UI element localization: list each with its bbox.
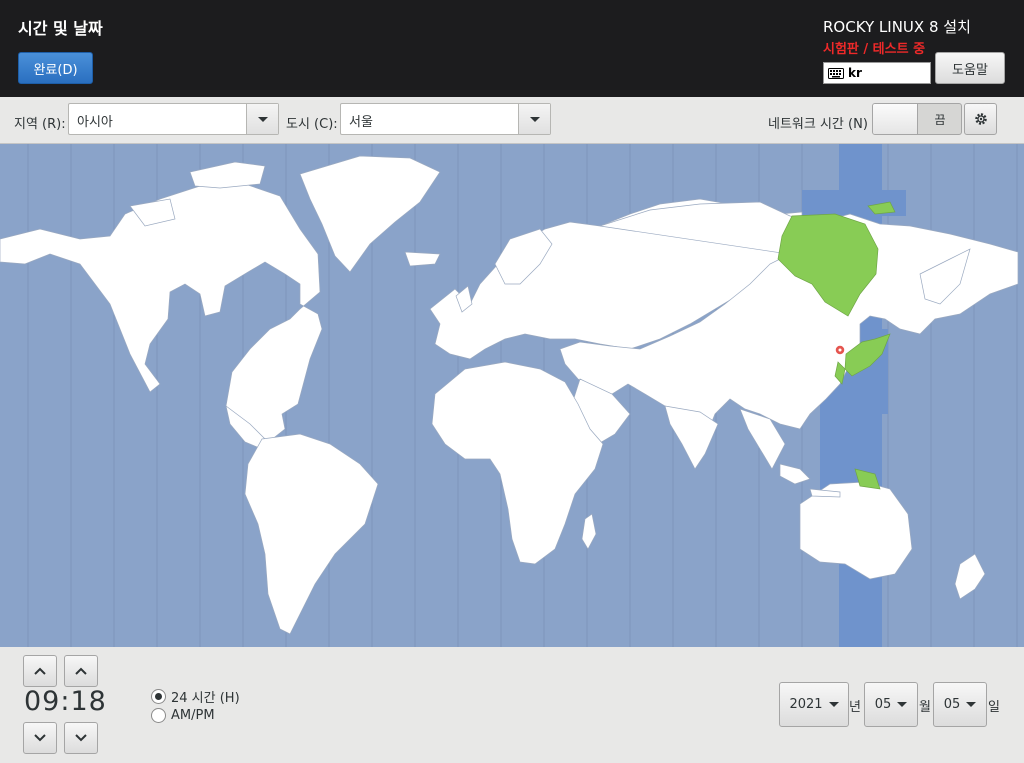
ntp-settings-button[interactable] [964,103,997,135]
keyboard-layout-indicator[interactable]: kr [823,62,931,84]
chevron-down-icon [828,702,839,707]
beta-warning-label: 시험판 / 테스트 중 [823,42,926,57]
location-pin-icon[interactable] [834,344,846,356]
month-suffix: 월 [919,700,931,715]
format-24h-radio[interactable] [151,689,166,704]
time-display: 09:18 [24,686,106,717]
format-24h-option[interactable]: 24 시간 (H) [151,687,240,706]
chevron-up-icon [75,667,87,675]
year-combo[interactable]: 2021 [779,682,849,727]
minutes-value: 18 [70,686,107,717]
chevron-down-icon [34,734,46,742]
city-value: 서울 [349,115,373,130]
format-ampm-radio[interactable] [151,708,166,723]
world-map[interactable] [0,144,1024,647]
format-24h-label: 24 시간 (H) [171,691,240,706]
product-title: ROCKY LINUX 8 설치 [823,18,971,36]
format-ampm-option[interactable]: AM/PM [151,708,215,723]
page-title: 시간 및 날짜 [18,19,103,38]
region-value: 아시아 [77,115,113,130]
minute-down-button[interactable] [64,722,98,754]
keyboard-icon [828,67,844,79]
year-value: 2021 [789,697,823,712]
time-separator: : [60,686,71,717]
region-label: 지역 (R): [14,117,66,132]
chevron-down-icon [257,116,268,122]
header-bar: 시간 및 날짜 완료(D) ROCKY LINUX 8 설치 시험판 / 테스트… [0,0,1024,97]
city-label: 도시 (C): [286,117,338,132]
switch-state-label: 끔 [934,112,946,127]
city-combo[interactable]: 서울 [340,103,551,135]
format-ampm-label: AM/PM [171,708,215,723]
chevron-up-icon [34,667,46,675]
hour-up-button[interactable] [23,655,57,687]
help-button[interactable]: 도움말 [935,52,1005,84]
month-value: 05 [874,697,892,712]
chevron-down-icon [75,734,87,742]
gear-icon [974,113,987,125]
day-combo[interactable]: 05 [933,682,987,727]
done-button[interactable]: 완료(D) [18,52,93,84]
keyboard-layout-code: kr [848,66,862,80]
day-value: 05 [943,697,961,712]
city-dropdown-button[interactable] [518,104,550,134]
network-time-label: 네트워크 시간 (N) [768,117,868,132]
chevron-down-icon [529,116,540,122]
chevron-down-icon [897,702,908,707]
region-dropdown-button[interactable] [246,104,278,134]
hours-value: 09 [24,686,61,717]
year-suffix: 년 [849,700,861,715]
network-time-switch[interactable]: 끔 [872,103,962,135]
timezone-map[interactable] [0,144,1024,647]
region-combo[interactable]: 아시아 [68,103,279,135]
minute-up-button[interactable] [64,655,98,687]
switch-knob[interactable] [873,104,918,134]
time-date-panel: 09:18 24 시간 (H) AM/PM 2021 년 05 월 05 일 [0,647,1024,763]
month-combo[interactable]: 05 [864,682,918,727]
day-suffix: 일 [988,700,1000,715]
chevron-down-icon [966,702,977,707]
hour-down-button[interactable] [23,722,57,754]
timezone-toolbar: 지역 (R): 아시아 도시 (C): 서울 네트워크 시간 (N) 끔 [0,97,1024,144]
